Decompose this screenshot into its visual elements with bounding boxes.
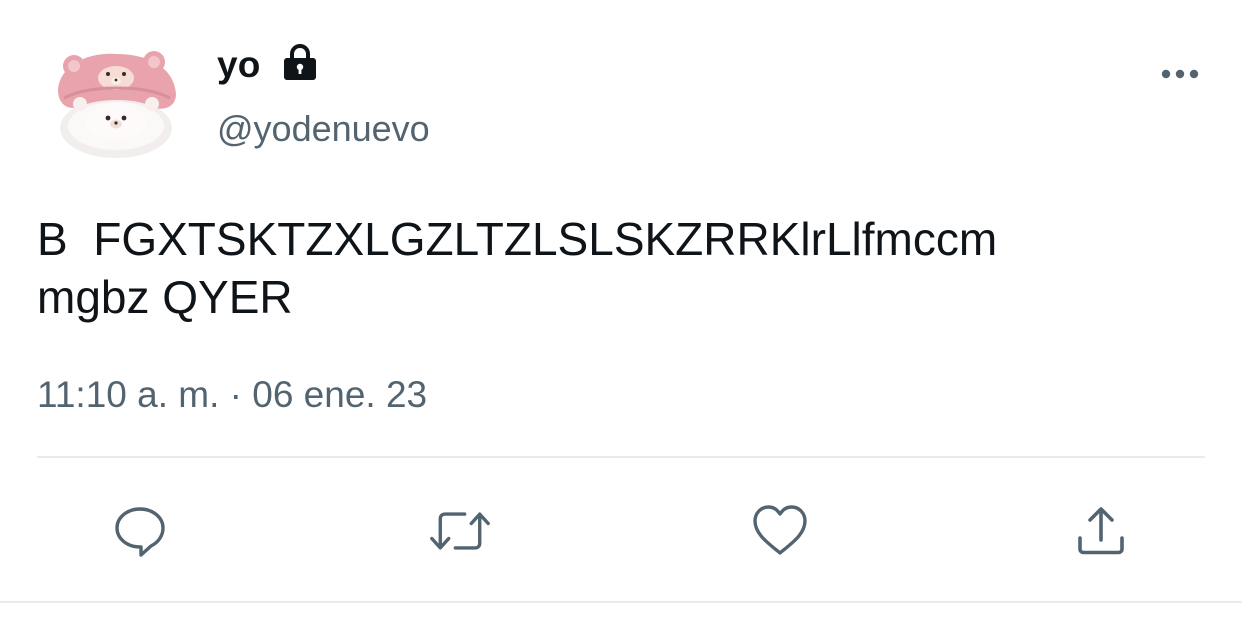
author-name-row: yo (217, 40, 319, 90)
more-horizontal-icon (1161, 69, 1199, 79)
retweet-button[interactable] (429, 500, 491, 562)
heart-icon (753, 505, 807, 555)
reply-icon (115, 507, 165, 557)
user-handle[interactable]: @yodenuevo (217, 108, 430, 150)
avatar-image (58, 51, 176, 158)
avatar[interactable] (50, 42, 182, 162)
divider (37, 456, 1205, 458)
tweet-timestamp[interactable]: 11:10 a. m. · 06 ene. 23 (37, 374, 427, 416)
tweet-text: B FGXTSKTZXLGZLTZLSLSKZRRKlrLlfmccm mgbz… (37, 213, 998, 323)
tweet-detail: yo @yodenuevo B FGXTSKTZXLGZLTZLSLSKZRRK… (0, 0, 1242, 621)
share-button[interactable] (1070, 500, 1132, 562)
lock-icon (281, 43, 319, 83)
tweet-actions (0, 500, 1242, 560)
more-options-button[interactable] (1155, 58, 1205, 90)
divider (0, 601, 1242, 603)
reply-button[interactable] (109, 500, 171, 562)
like-button[interactable] (749, 500, 811, 562)
share-icon (1078, 507, 1124, 555)
retweet-icon (430, 512, 490, 550)
display-name[interactable]: yo (217, 44, 261, 86)
